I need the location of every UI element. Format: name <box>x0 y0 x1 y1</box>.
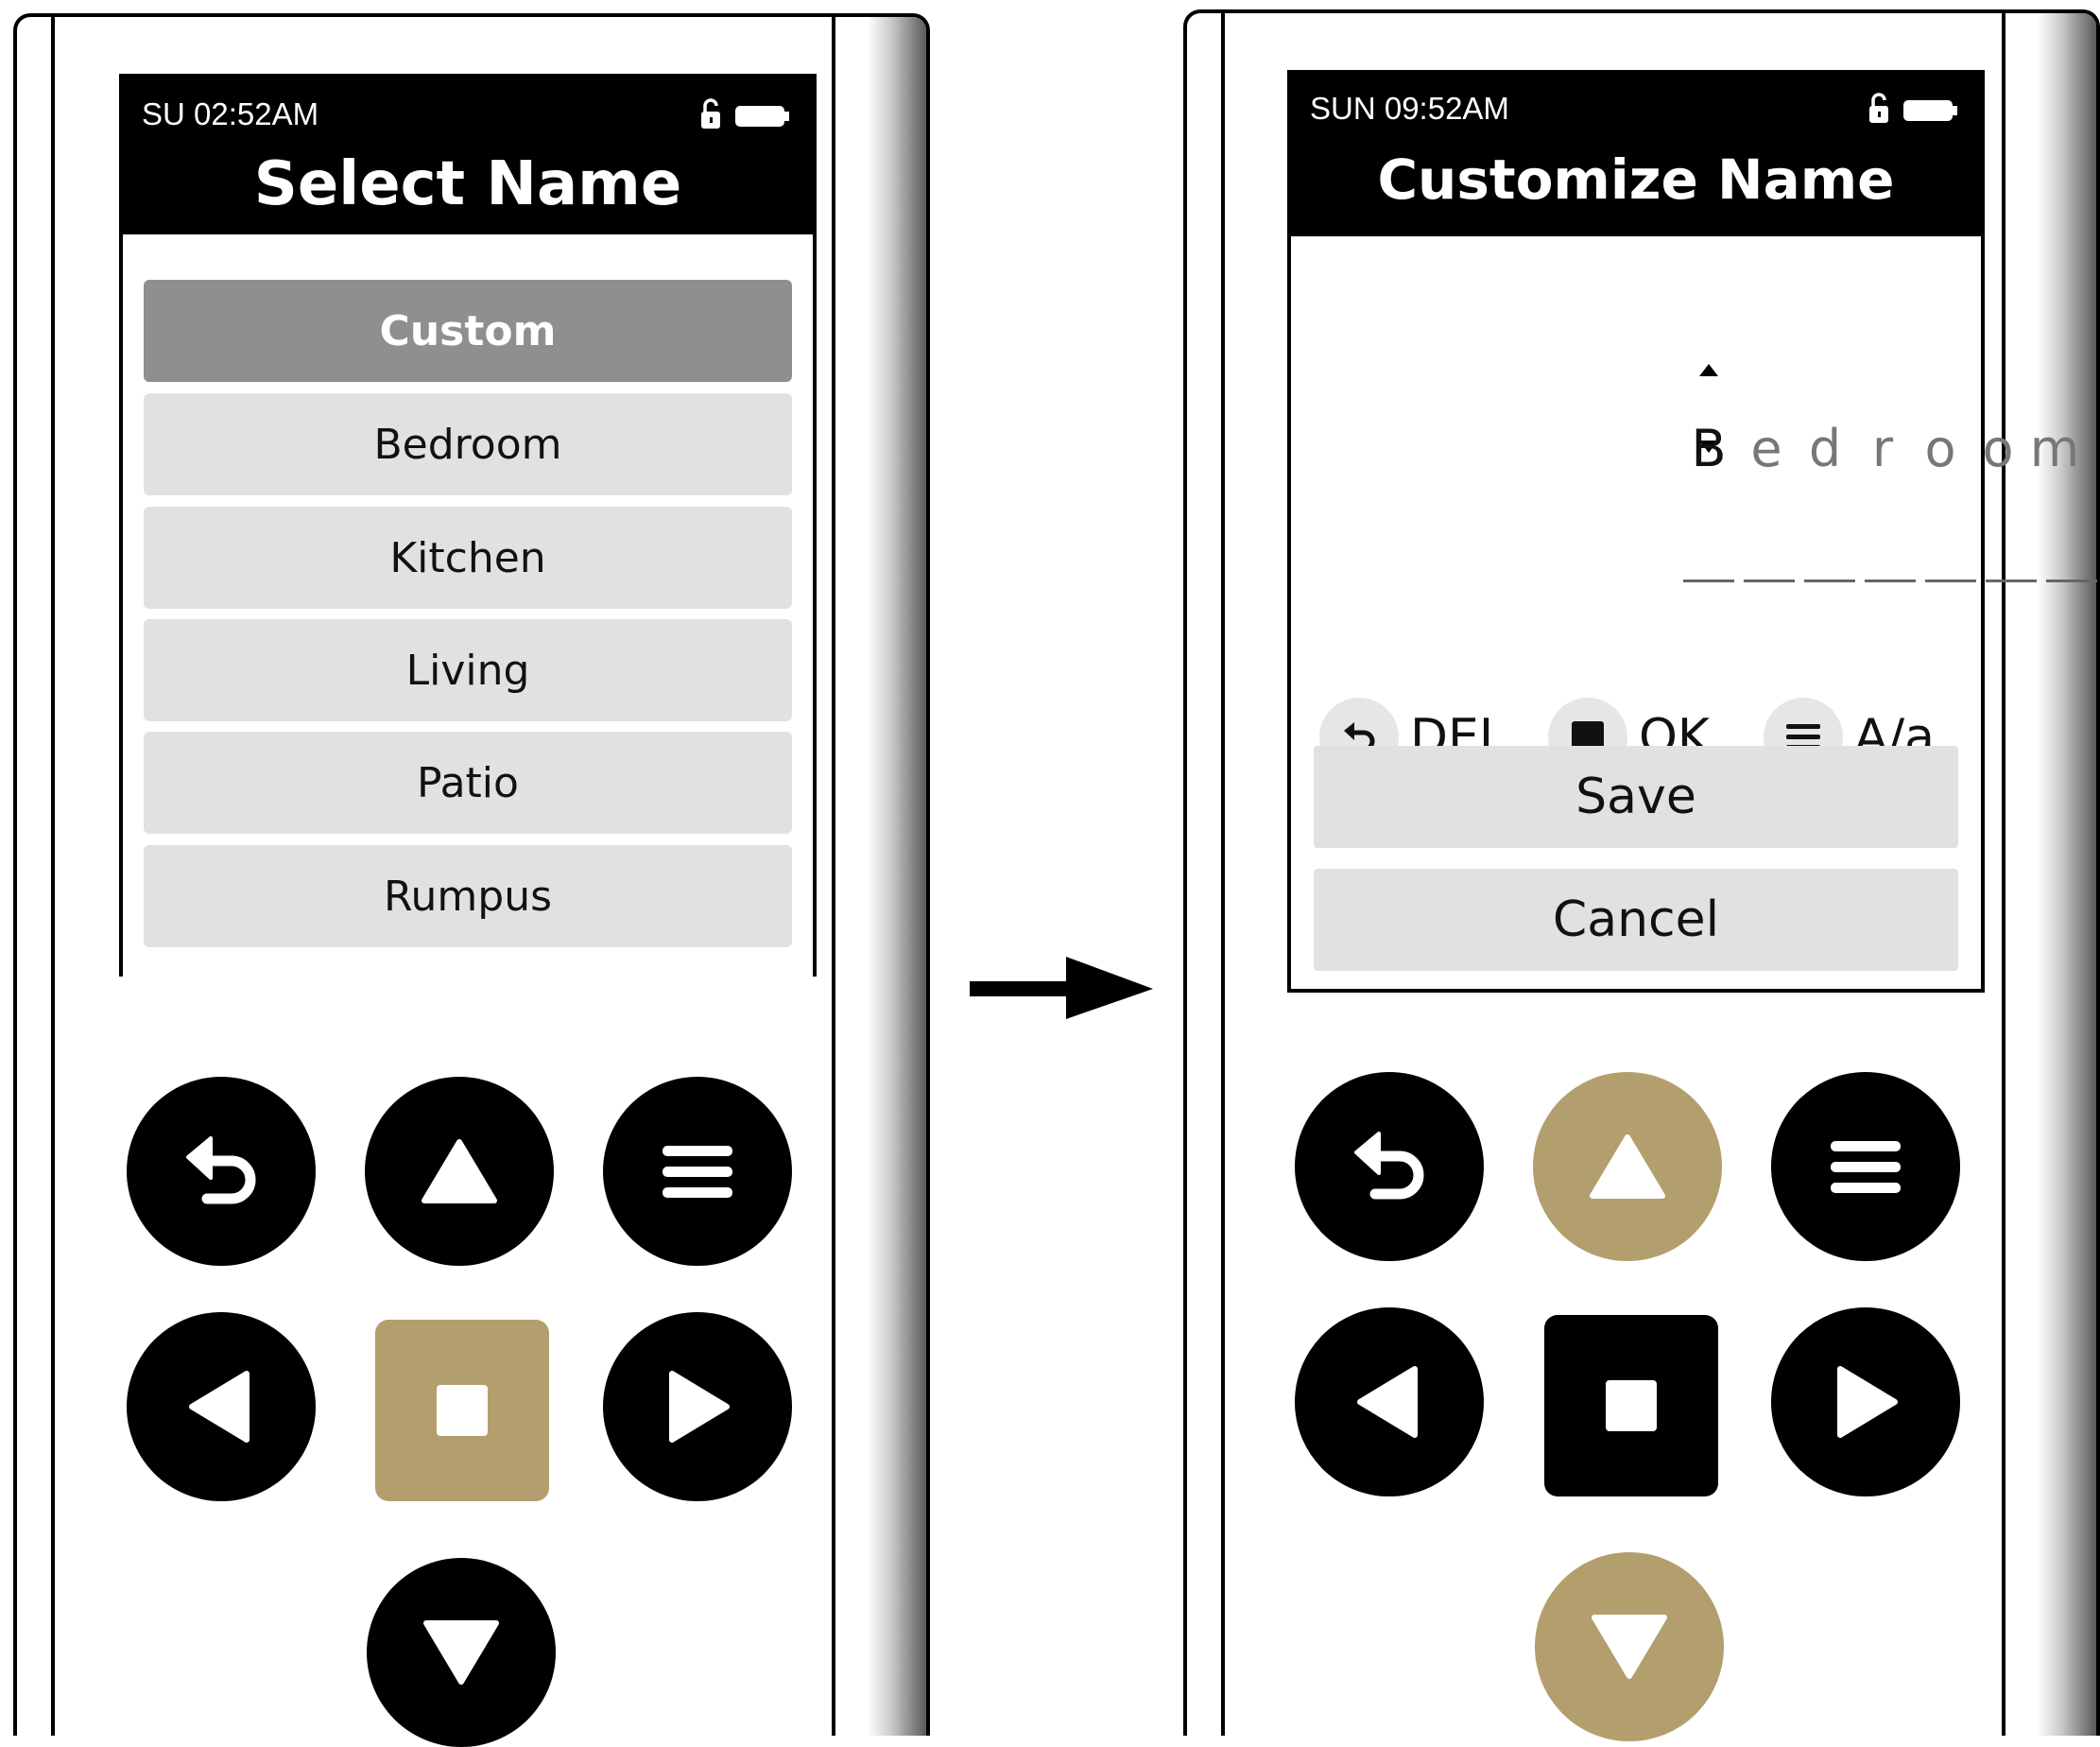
up-button[interactable] <box>1533 1072 1722 1261</box>
down-arrow-icon <box>423 1620 499 1685</box>
device-rail-right <box>2002 13 2096 1736</box>
page-title: Select Name <box>253 149 682 219</box>
char-slot <box>1986 579 2037 582</box>
status-bar: SU 02:52AM <box>119 74 817 131</box>
menu-icon <box>1831 1141 1901 1193</box>
up-arrow-icon <box>1590 1134 1665 1199</box>
char-slot <box>1683 579 1734 582</box>
status-icons <box>1866 93 1960 130</box>
menu-icon <box>663 1146 732 1198</box>
name-char[interactable]: B <box>1680 419 1737 478</box>
char-slot <box>1865 579 1916 582</box>
left-arrow-icon <box>1357 1366 1418 1438</box>
status-time: SU 02:52AM <box>142 96 319 131</box>
right-arrow-icon <box>1837 1366 1898 1438</box>
status-time: SUN 09:52AM <box>1310 91 1509 126</box>
name-option-rumpus[interactable]: Rumpus <box>144 845 792 947</box>
left-device: SU 02:52AM Select Name Custom Bedroom Ki… <box>13 13 930 1747</box>
lock-open-icon <box>701 98 789 129</box>
name-option-kitchen[interactable]: Kitchen <box>144 507 792 609</box>
char-slot <box>1925 579 1976 582</box>
list-item-label: Patio <box>417 758 519 807</box>
page-title: Customize Name <box>1377 147 1895 212</box>
name-option-bedroom[interactable]: Bedroom <box>144 393 792 495</box>
name-char[interactable]: m <box>2026 419 2083 478</box>
list-item-label: Rumpus <box>383 872 553 921</box>
left-screen: SU 02:52AM Select Name Custom Bedroom Ki… <box>119 74 817 977</box>
cancel-button[interactable]: Cancel <box>1314 869 1958 971</box>
status-icons <box>697 98 792 135</box>
list-item-label: Kitchen <box>389 533 546 582</box>
transition-arrow-icon <box>970 957 1153 1019</box>
stop-square-icon <box>1606 1380 1657 1431</box>
name-option-living[interactable]: Living <box>144 619 792 721</box>
device-rail-left <box>1221 13 1225 1736</box>
menu-button[interactable] <box>1771 1072 1960 1261</box>
right-arrow-icon <box>669 1371 730 1443</box>
down-button[interactable] <box>1535 1552 1724 1741</box>
char-slot <box>1744 579 1795 582</box>
ok-button[interactable] <box>1544 1315 1718 1496</box>
left-button[interactable] <box>127 1312 316 1501</box>
list-item-label: Living <box>405 646 530 695</box>
save-button[interactable]: Save <box>1314 746 1958 848</box>
status-bar: SUN 09:52AM <box>1287 70 1985 126</box>
up-arrow-icon <box>422 1139 497 1203</box>
right-screen: SUN 09:52AM Customize Name B e d r o o m… <box>1287 70 2097 993</box>
down-arrow-icon <box>1592 1615 1667 1679</box>
left-header: SU 02:52AM Select Name <box>119 74 817 234</box>
cancel-button-label: Cancel <box>1552 891 1720 948</box>
list-item-label: Custom <box>379 306 557 355</box>
back-icon <box>186 1136 256 1204</box>
menu-button[interactable] <box>603 1077 792 1266</box>
stop-square-icon <box>437 1385 488 1436</box>
right-button[interactable] <box>603 1312 792 1501</box>
back-button[interactable] <box>1295 1072 1484 1261</box>
char-slot <box>1804 579 1855 582</box>
back-icon <box>1354 1132 1424 1200</box>
caret-up-icon <box>1699 364 1718 376</box>
down-button[interactable] <box>367 1558 556 1747</box>
device-rail-right <box>832 17 926 1736</box>
up-button[interactable] <box>365 1077 554 1266</box>
save-button-label: Save <box>1575 769 1696 825</box>
lock-open-icon <box>1869 93 1957 123</box>
name-char[interactable]: o <box>1912 419 1969 478</box>
right-button[interactable] <box>1771 1307 1960 1496</box>
name-option-custom[interactable]: Custom <box>144 280 792 382</box>
back-button[interactable] <box>127 1077 316 1266</box>
ok-button[interactable] <box>375 1320 549 1501</box>
name-option-patio[interactable]: Patio <box>144 732 792 834</box>
left-button[interactable] <box>1295 1307 1484 1496</box>
device-rail-left <box>51 17 55 1736</box>
list-item-label: Bedroom <box>373 420 562 469</box>
name-char[interactable]: e <box>1738 419 1795 478</box>
name-char[interactable]: o <box>1970 419 2026 478</box>
name-char[interactable]: d <box>1797 419 1853 478</box>
left-arrow-icon <box>189 1371 250 1443</box>
right-header: SUN 09:52AM Customize Name <box>1287 70 1985 236</box>
right-device: SUN 09:52AM Customize Name B e d r o o m… <box>1183 9 2100 1741</box>
name-char[interactable]: r <box>1854 419 1911 478</box>
char-slot <box>2046 579 2097 582</box>
